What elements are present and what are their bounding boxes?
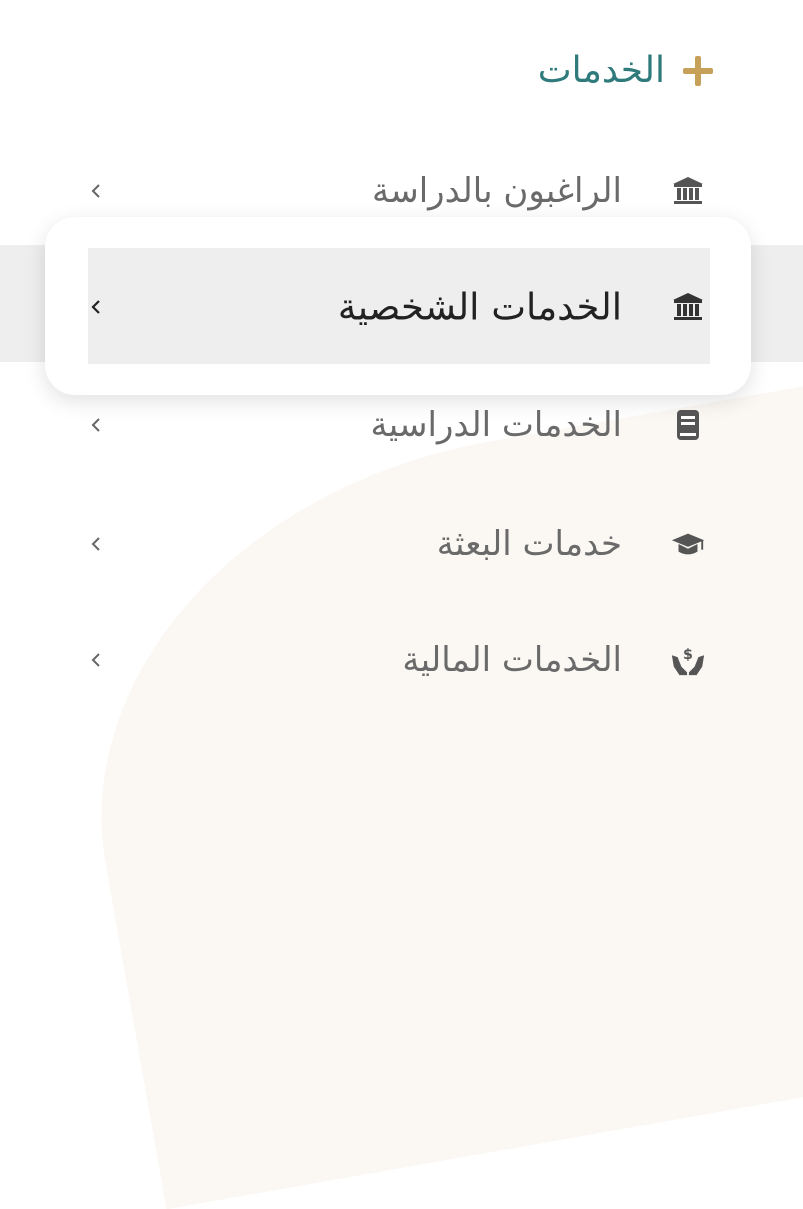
menu-item-label: الخدمات الدراسية xyxy=(370,405,622,445)
menu-item-prospective-students[interactable]: الراغبون بالدراسة xyxy=(88,161,710,221)
services-title: الخدمات xyxy=(537,50,665,91)
chevron-left-icon xyxy=(91,537,100,551)
plus-icon xyxy=(681,54,715,88)
chevron-left-icon xyxy=(91,300,100,314)
menu-item-label: الخدمات المالية xyxy=(402,640,622,680)
bank-icon xyxy=(670,289,706,325)
chevron-left-icon xyxy=(91,184,100,198)
graduation-cap-icon xyxy=(670,526,706,562)
menu-item-financial-services[interactable]: $ الخدمات المالية xyxy=(88,630,710,690)
menu-item-personal-services[interactable]: الخدمات الشخصية xyxy=(88,277,710,337)
menu-item-label: الراغبون بالدراسة xyxy=(371,171,622,211)
bank-icon xyxy=(670,173,706,209)
menu-item-academic-services[interactable]: الخدمات الدراسية xyxy=(88,395,710,455)
background-curve xyxy=(45,363,803,1209)
services-header[interactable]: الخدمات xyxy=(538,42,715,100)
menu-item-label: الخدمات الشخصية xyxy=(337,285,622,329)
book-icon xyxy=(670,407,706,443)
chevron-left-icon xyxy=(91,653,100,667)
menu-item-label: خدمات البعثة xyxy=(436,524,622,564)
svg-text:$: $ xyxy=(683,647,693,663)
hands-money-icon: $ xyxy=(670,642,706,678)
menu-item-scholarship-services[interactable]: خدمات البعثة xyxy=(88,514,710,574)
chevron-left-icon xyxy=(91,418,100,432)
